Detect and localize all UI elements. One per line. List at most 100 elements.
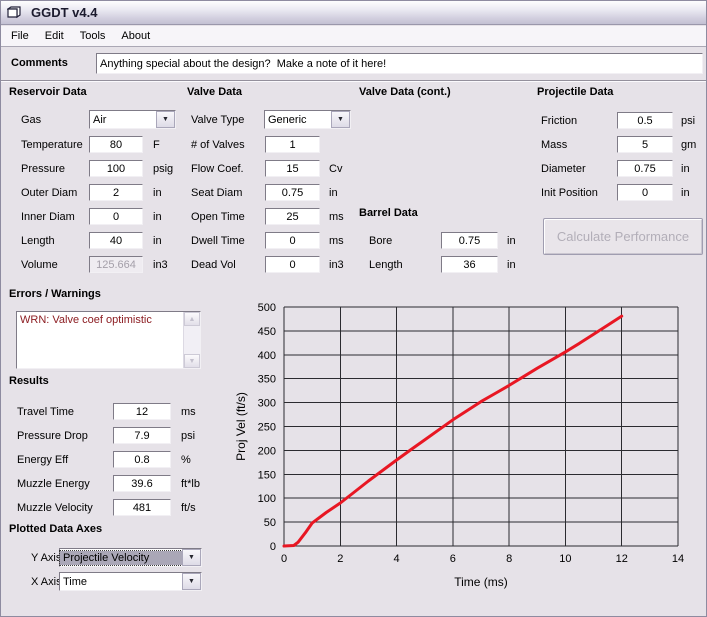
of-valves-input[interactable] xyxy=(265,136,320,153)
friction-unit: psi xyxy=(681,115,695,127)
dwell-time-label: Dwell Time xyxy=(191,235,245,247)
svg-text:200: 200 xyxy=(258,445,276,457)
length-input[interactable] xyxy=(441,256,498,273)
projectile-header: Projectile Data xyxy=(537,86,613,98)
length-label: Length xyxy=(21,235,55,247)
svg-text:Time (ms): Time (ms) xyxy=(454,575,508,589)
plotted-axes-header: Plotted Data Axes xyxy=(9,523,102,535)
outer-diam-unit: in xyxy=(153,187,162,199)
muzzle-velocity-input[interactable] xyxy=(113,499,171,516)
menu-item-tools[interactable]: Tools xyxy=(78,28,108,44)
comments-label: Comments xyxy=(11,57,68,69)
gas-select-value: Air xyxy=(90,113,156,127)
energy-eff-unit: % xyxy=(181,454,191,466)
energy-eff-label: Energy Eff xyxy=(17,454,68,466)
svg-text:50: 50 xyxy=(264,517,276,529)
dead-vol-input[interactable] xyxy=(265,256,320,273)
svg-text:Proj Vel (ft/s): Proj Vel (ft/s) xyxy=(234,392,248,461)
barrel-header: Barrel Data xyxy=(359,207,418,219)
inner-diam-input[interactable] xyxy=(89,208,143,225)
flow-coef-input[interactable] xyxy=(265,160,320,177)
svg-text:250: 250 xyxy=(258,422,276,434)
window-title: GGDT v4.4 xyxy=(31,5,97,20)
svg-text:500: 500 xyxy=(258,302,276,314)
y-axis-select[interactable]: Projectile Velocity▼ xyxy=(59,548,202,567)
outer-diam-input[interactable] xyxy=(89,184,143,201)
temperature-input[interactable] xyxy=(89,136,143,153)
menu-item-edit[interactable]: Edit xyxy=(43,28,66,44)
bore-unit: in xyxy=(507,235,516,247)
volume-input[interactable] xyxy=(89,256,143,273)
init-position-input[interactable] xyxy=(617,184,673,201)
svg-text:14: 14 xyxy=(672,553,684,565)
pressure-label: Pressure xyxy=(21,163,65,175)
volume-label: Volume xyxy=(21,259,58,271)
flow-coef-unit: Cv xyxy=(329,163,342,175)
errors-listbox[interactable]: WRN: Valve coef optimistic ▲ ▼ xyxy=(16,311,201,369)
menu-item-about[interactable]: About xyxy=(119,28,152,44)
menubar: File Edit Tools About xyxy=(1,26,706,47)
length-unit: in xyxy=(153,235,162,247)
svg-text:0: 0 xyxy=(270,541,276,553)
valve-header: Valve Data xyxy=(187,86,242,98)
length-input[interactable] xyxy=(89,232,143,249)
gas-select[interactable]: Air▼ xyxy=(89,110,176,129)
bore-input[interactable] xyxy=(441,232,498,249)
travel-time-input[interactable] xyxy=(113,403,171,420)
open-time-input[interactable] xyxy=(265,208,320,225)
energy-eff-input[interactable] xyxy=(113,451,171,468)
travel-time-label: Travel Time xyxy=(17,406,74,418)
pressure-input[interactable] xyxy=(89,160,143,177)
app-window: GGDT v4.4 FileEditToolsAbout Comments Re… xyxy=(0,0,707,617)
svg-text:100: 100 xyxy=(258,493,276,505)
calculate-performance-button[interactable]: Calculate Performance xyxy=(543,218,703,255)
scroll-up-icon[interactable]: ▲ xyxy=(184,312,200,326)
performance-chart: 0501001502002503003504004505000246810121… xyxy=(229,289,701,615)
titlebar[interactable]: GGDT v4.4 xyxy=(1,1,706,25)
length-unit: in xyxy=(507,259,516,271)
pressure-drop-input[interactable] xyxy=(113,427,171,444)
x-axis-select-value: Time xyxy=(60,575,182,589)
mass-label: Mass xyxy=(541,139,567,151)
seat-diam-unit: in xyxy=(329,187,338,199)
volume-unit: in3 xyxy=(153,259,168,271)
pressure-unit: psig xyxy=(153,163,173,175)
svg-text:6: 6 xyxy=(450,553,456,565)
svg-text:12: 12 xyxy=(616,553,628,565)
mass-input[interactable] xyxy=(617,136,673,153)
init-position-label: Init Position xyxy=(541,187,598,199)
valve-type-select-value: Generic xyxy=(265,113,331,127)
chevron-down-icon[interactable]: ▼ xyxy=(156,111,175,128)
open-time-label: Open Time xyxy=(191,211,245,223)
errors-scrollbar[interactable]: ▲ ▼ xyxy=(183,312,200,368)
seat-diam-label: Seat Diam xyxy=(191,187,242,199)
app-icon xyxy=(7,6,22,20)
scroll-down-icon[interactable]: ▼ xyxy=(184,354,200,368)
menu-item-file[interactable]: File xyxy=(9,28,31,44)
seat-diam-input[interactable] xyxy=(265,184,320,201)
pressure-drop-unit: psi xyxy=(181,430,195,442)
chevron-down-icon[interactable]: ▼ xyxy=(182,549,201,566)
comments-input[interactable] xyxy=(96,53,703,74)
muzzle-energy-input[interactable] xyxy=(113,475,171,492)
length-label: Length xyxy=(369,259,403,271)
warning-message: WRN: Valve coef optimistic xyxy=(20,314,152,326)
dwell-time-input[interactable] xyxy=(265,232,320,249)
diameter-input[interactable] xyxy=(617,160,673,177)
inner-diam-label: Inner Diam xyxy=(21,211,75,223)
svg-text:8: 8 xyxy=(506,553,512,565)
temperature-unit: F xyxy=(153,139,160,151)
chevron-down-icon[interactable]: ▼ xyxy=(182,573,201,590)
valve-type-select[interactable]: Generic▼ xyxy=(264,110,351,129)
x-axis-select[interactable]: Time▼ xyxy=(59,572,202,591)
svg-text:400: 400 xyxy=(258,350,276,362)
chevron-down-icon[interactable]: ▼ xyxy=(331,111,350,128)
friction-input[interactable] xyxy=(617,112,673,129)
mass-unit: gm xyxy=(681,139,696,151)
dead-vol-unit: in3 xyxy=(329,259,344,271)
svg-text:10: 10 xyxy=(559,553,571,565)
svg-text:0: 0 xyxy=(281,553,287,565)
svg-text:450: 450 xyxy=(258,326,276,338)
init-position-unit: in xyxy=(681,187,690,199)
outer-diam-label: Outer Diam xyxy=(21,187,77,199)
